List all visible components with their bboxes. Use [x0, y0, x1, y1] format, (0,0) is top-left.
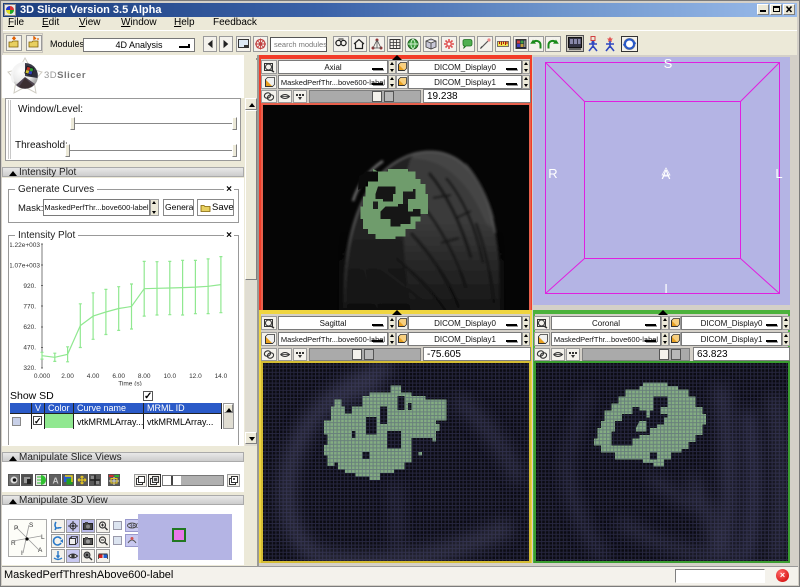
svg-text:14.0: 14.0: [215, 373, 228, 380]
svg-text:I: I: [664, 281, 668, 296]
svg-text:1.07e+003: 1.07e+003: [10, 263, 40, 270]
svg-text:L: L: [775, 166, 782, 181]
svg-text:L: L: [41, 534, 45, 541]
svg-text:470.: 470.: [23, 345, 36, 352]
svg-text:12.0: 12.0: [189, 373, 202, 380]
svg-text:R: R: [11, 540, 16, 547]
svg-text:A: A: [53, 476, 59, 486]
svg-text:2.00: 2.00: [61, 373, 74, 380]
svg-text:Time (s): Time (s): [118, 381, 142, 387]
svg-text:320.: 320.: [23, 365, 36, 372]
svg-text:8.00: 8.00: [138, 373, 151, 380]
svg-text:620.: 620.: [23, 324, 36, 331]
svg-text:0.000: 0.000: [34, 373, 51, 380]
svg-text:360: 360: [129, 524, 138, 530]
svg-text:S: S: [29, 522, 34, 529]
svg-text:770.: 770.: [23, 304, 36, 311]
svg-text:1.22e+003: 1.22e+003: [10, 242, 40, 249]
svg-text:4.00: 4.00: [87, 373, 100, 380]
svg-text:R: R: [548, 166, 557, 181]
svg-text:P: P: [14, 525, 18, 532]
svg-text:I: I: [21, 550, 23, 557]
svg-text:S: S: [664, 57, 673, 71]
svg-text:920.: 920.: [23, 283, 36, 290]
svg-text:10.0: 10.0: [163, 373, 176, 380]
svg-text:A: A: [38, 547, 43, 554]
svg-text:6.00: 6.00: [112, 373, 125, 380]
